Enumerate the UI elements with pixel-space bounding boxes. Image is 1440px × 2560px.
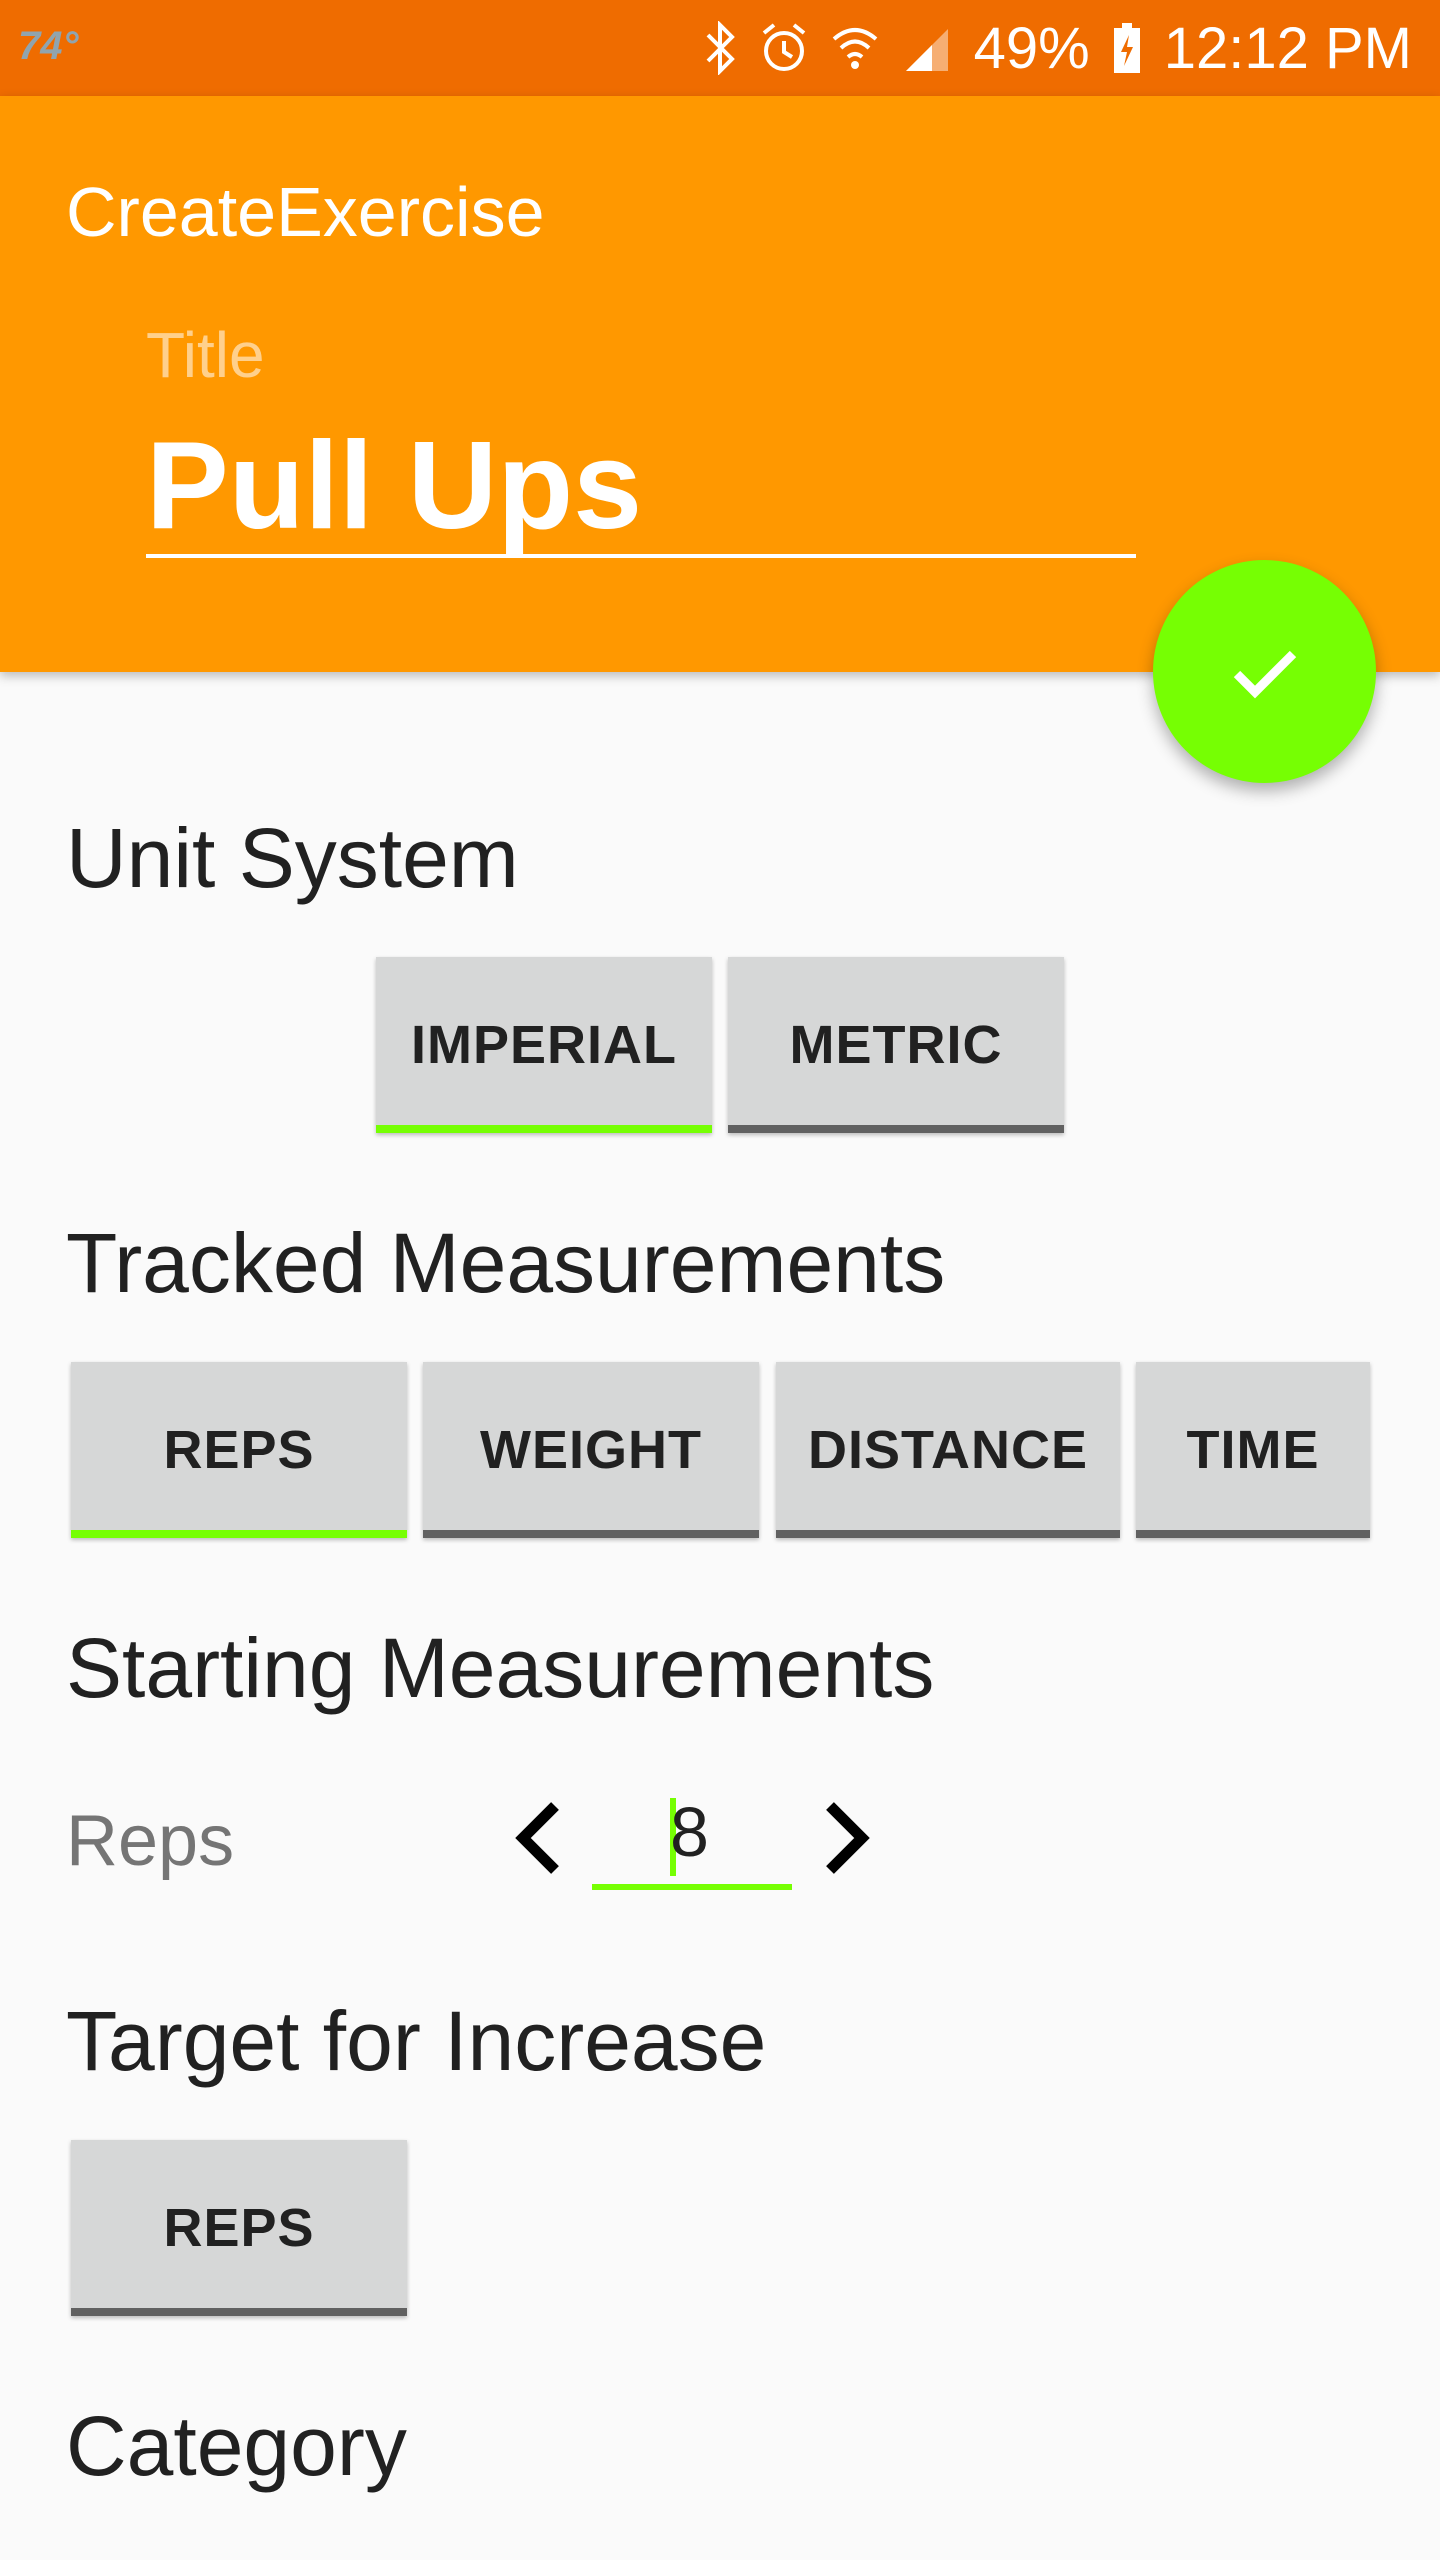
weight-toggle-label: WEIGHT	[480, 1420, 702, 1480]
wifi-icon	[830, 21, 880, 75]
status-bar: 74° 49% 12:12 PM	[0, 0, 1440, 96]
imperial-toggle[interactable]: IMPERIAL	[376, 957, 712, 1133]
toggle-indicator	[71, 2308, 407, 2316]
toggle-indicator	[423, 1530, 759, 1538]
page-title: CreateExercise	[66, 173, 545, 251]
tracked-measurements-heading: Tracked Measurements	[66, 1216, 946, 1310]
target-reps-toggle-label: REPS	[163, 2198, 315, 2258]
distance-toggle[interactable]: DISTANCE	[776, 1362, 1120, 1538]
battery-charging-icon	[1112, 21, 1142, 75]
status-icons: 49% 12:12 PM	[704, 14, 1412, 82]
distance-toggle-label: DISTANCE	[807, 1420, 1088, 1480]
target-for-increase-heading: Target for Increase	[66, 1994, 767, 2088]
check-icon	[1233, 650, 1296, 698]
unit-system-heading: Unit System	[66, 811, 519, 905]
reps-stepper-input[interactable]: 8	[592, 1780, 792, 1890]
temperature-indicator: 74°	[18, 24, 79, 68]
reps-toggle-label: REPS	[163, 1420, 315, 1480]
reps-toggle[interactable]: REPS	[71, 1362, 407, 1538]
weight-toggle[interactable]: WEIGHT	[423, 1362, 759, 1538]
toggle-indicator	[728, 1125, 1064, 1133]
starting-measurements-heading: Starting Measurements	[66, 1621, 935, 1715]
toggle-indicator	[1136, 1530, 1370, 1538]
imperial-toggle-label: IMPERIAL	[410, 1015, 677, 1075]
toggle-indicator	[376, 1125, 712, 1133]
signal-icon	[902, 21, 952, 75]
increment-button[interactable]	[812, 1793, 882, 1883]
time-toggle[interactable]: TIME	[1136, 1362, 1370, 1538]
bluetooth-icon	[704, 21, 738, 75]
chevron-left-icon	[515, 1802, 559, 1874]
target-reps-toggle[interactable]: REPS	[71, 2140, 407, 2316]
decrement-button[interactable]	[503, 1793, 573, 1883]
battery-percent: 49%	[973, 15, 1090, 81]
toggle-indicator	[776, 1530, 1120, 1538]
reps-value: 8	[670, 1793, 709, 1871]
alarm-icon	[760, 21, 808, 75]
chevron-right-icon	[826, 1802, 870, 1874]
metric-toggle[interactable]: METRIC	[728, 957, 1064, 1133]
toggle-indicator	[71, 1530, 407, 1538]
metric-toggle-label: METRIC	[789, 1015, 1003, 1075]
save-fab-button[interactable]	[1153, 560, 1376, 783]
reps-measurement-label: Reps	[66, 1801, 235, 1881]
category-heading: Category	[66, 2399, 407, 2493]
time-toggle-label: TIME	[1186, 1420, 1320, 1480]
clock: 12:12 PM	[1163, 15, 1412, 81]
title-input[interactable]	[146, 418, 1136, 558]
title-field-label: Title	[146, 319, 265, 391]
